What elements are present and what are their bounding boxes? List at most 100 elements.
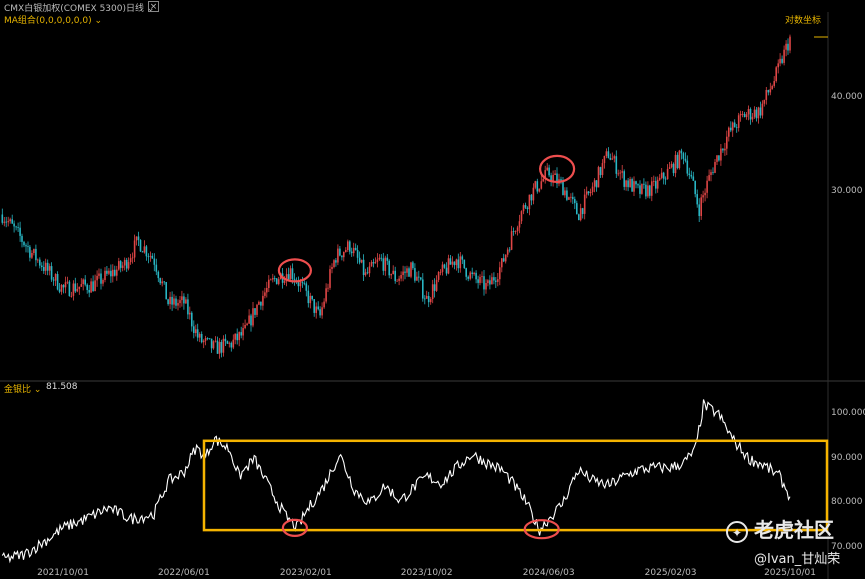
candle-body [337, 248, 339, 263]
candle-body [94, 280, 96, 292]
candle-body [88, 290, 90, 293]
candle-body [704, 192, 706, 196]
candle-body [39, 259, 41, 266]
candle-body [135, 236, 138, 241]
candle-body [9, 219, 11, 222]
ratio-series [1, 399, 791, 564]
candle-body [220, 342, 223, 353]
candle-body [668, 167, 671, 169]
candle-body [108, 270, 110, 274]
candle-body [422, 279, 424, 299]
candle-body [339, 248, 341, 256]
candle-body [568, 197, 570, 200]
candle-body [398, 278, 400, 281]
candle-body [485, 283, 487, 290]
candle-body [195, 329, 197, 333]
candle-body [625, 180, 627, 187]
candle-body [747, 109, 750, 115]
candle-body [384, 257, 387, 271]
candle-body [647, 185, 649, 197]
candle-body [151, 255, 154, 259]
candle-body [437, 272, 440, 280]
candle-body [775, 67, 777, 81]
candle-body [163, 281, 165, 283]
candle-body [457, 259, 460, 269]
candle-body [125, 259, 128, 269]
candle-body [672, 163, 675, 174]
candle-body [700, 197, 702, 216]
candlestick-series [1, 34, 791, 359]
candle-body [3, 221, 6, 223]
candle-body [185, 299, 187, 304]
candle-body [528, 194, 531, 210]
candle-body [307, 290, 310, 304]
candle-body [234, 333, 236, 340]
candle-body [175, 298, 177, 306]
candle-body [364, 272, 367, 276]
candle-body [643, 183, 645, 185]
candle-body [597, 167, 600, 188]
candle-body [607, 151, 610, 158]
candle-body [380, 257, 383, 259]
candle-body [50, 266, 53, 280]
candle-body [90, 281, 92, 293]
candle-body [666, 168, 669, 180]
candle-body [765, 90, 768, 100]
candle-body [202, 340, 205, 343]
candle-body [400, 275, 402, 279]
candle-body [662, 172, 665, 179]
candle-body [453, 261, 456, 266]
candle-body [653, 181, 655, 182]
candle-body [100, 273, 102, 284]
candle-body [767, 90, 770, 93]
x-tick-label: 2025/10/01 [764, 568, 816, 578]
candle-body [495, 280, 497, 282]
chart-canvas[interactable] [0, 0, 865, 579]
candle-body [451, 261, 454, 265]
candle-body [374, 261, 377, 264]
candle-body [755, 109, 758, 119]
candle-body [196, 329, 199, 338]
candle-body [394, 270, 396, 282]
candle-body [266, 288, 268, 293]
candle-body [370, 262, 373, 267]
indicator-y-tick-label: 90.000 [831, 452, 863, 463]
candle-body [621, 171, 623, 173]
candle-body [574, 199, 576, 204]
candle-body [639, 185, 641, 194]
candle-body [181, 296, 183, 301]
candle-body [710, 172, 712, 175]
candle-body [467, 276, 469, 279]
candle-body [487, 280, 489, 283]
candle-body [427, 296, 430, 303]
candle-body [441, 264, 444, 272]
candle-body [751, 116, 754, 120]
candle-body [542, 178, 544, 182]
candle-body [599, 167, 602, 176]
candle-body [479, 276, 481, 283]
candle-body [447, 258, 450, 274]
candle-body [412, 262, 414, 269]
candle-body [212, 341, 215, 349]
candle-body [303, 282, 306, 284]
candle-body [183, 296, 185, 304]
candle-body [173, 298, 175, 305]
candle-body [193, 326, 195, 333]
candle-body [256, 304, 258, 315]
candle-body [258, 301, 260, 305]
candle-body [579, 208, 582, 221]
candle-body [418, 276, 420, 278]
candle-body [684, 158, 687, 161]
candle-body [540, 181, 543, 189]
candle-body [759, 107, 762, 116]
candle-body [252, 308, 254, 326]
candle-body [208, 338, 211, 340]
candle-body [204, 338, 207, 341]
candle-body [516, 227, 519, 232]
candle-body [74, 283, 77, 292]
candle-body [287, 274, 290, 280]
candle-body [771, 86, 773, 90]
candle-body [118, 261, 120, 270]
main-y-tick-label: 40.000 [831, 92, 863, 102]
candle-body [92, 281, 94, 291]
